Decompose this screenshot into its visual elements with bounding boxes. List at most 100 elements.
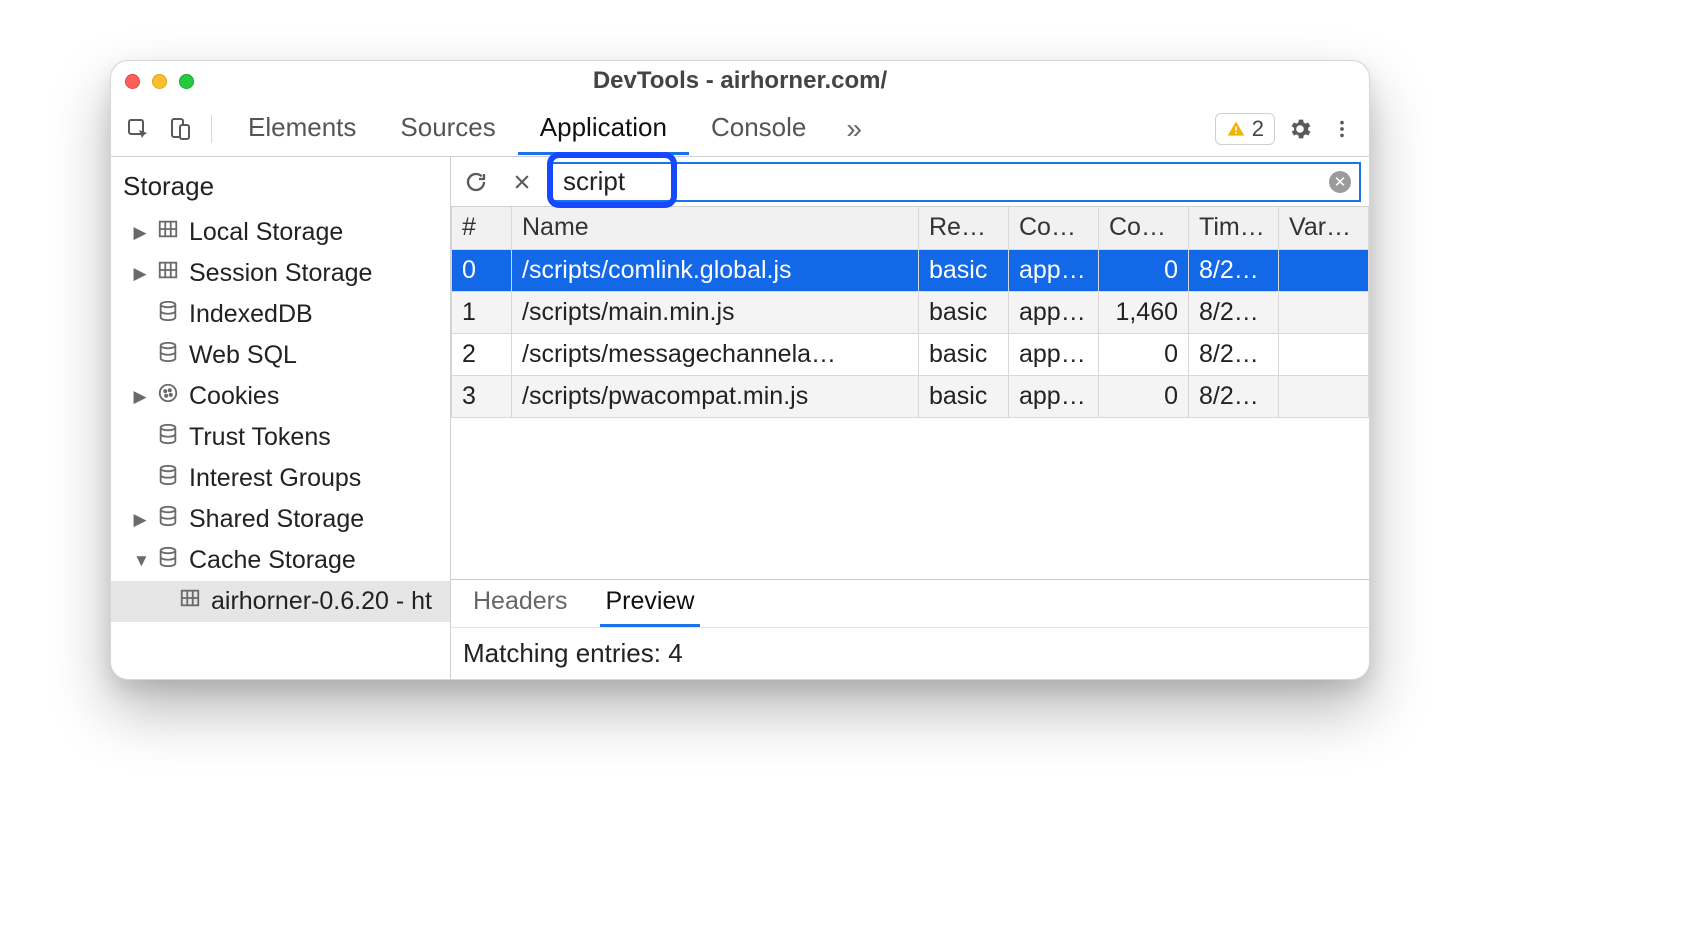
clear-filter-icon[interactable]: ✕ — [1329, 171, 1351, 193]
filter-input-wrapper: ✕ — [551, 162, 1361, 202]
inspect-element-icon[interactable] — [121, 112, 155, 146]
tab-console[interactable]: Console — [689, 103, 828, 155]
column-header[interactable]: Co… — [1009, 207, 1099, 249]
table-row[interactable]: 3/scripts/pwacompat.min.jsbasicapp…08/2… — [452, 375, 1369, 417]
cell: basic — [919, 249, 1009, 291]
table-header-row: #NameRes…Co…Co…Tim…Var… — [452, 207, 1369, 249]
window-title: DevTools - airhorner.com/ — [111, 67, 1369, 95]
chevron-down-icon[interactable]: ▼ — [133, 551, 147, 571]
cell — [1279, 333, 1369, 375]
column-header[interactable]: # — [452, 207, 512, 249]
sidebar-item-interest-groups[interactable]: ▶Interest Groups — [111, 458, 450, 499]
detail-tab-headers[interactable]: Headers — [467, 579, 574, 627]
sidebar-item-shared-storage[interactable]: ▶Shared Storage — [111, 499, 450, 540]
table-row[interactable]: 2/scripts/messagechannela…basicapp…08/2… — [452, 333, 1369, 375]
device-toggle-icon[interactable] — [163, 112, 197, 146]
chevron-right-icon[interactable]: ▶ — [133, 264, 147, 284]
tab-elements[interactable]: Elements — [226, 103, 378, 155]
sidebar-item-label: Session Storage — [189, 259, 372, 288]
cell: 0 — [1099, 375, 1189, 417]
tab-application[interactable]: Application — [518, 103, 689, 155]
traffic-lights — [125, 74, 194, 89]
table-row[interactable]: 0/scripts/comlink.global.jsbasicapp…08/2… — [452, 249, 1369, 291]
cache-table-wrapper: #NameRes…Co…Co…Tim…Var… 0/scripts/comlin… — [451, 207, 1369, 579]
sidebar-item-label: Trust Tokens — [189, 423, 331, 452]
cell: /scripts/main.min.js — [512, 291, 919, 333]
panel-tabs: ElementsSourcesApplicationConsole » 2 — [111, 101, 1369, 157]
cell: 2 — [452, 333, 512, 375]
delete-selected-icon[interactable] — [505, 165, 539, 199]
detail-tab-preview[interactable]: Preview — [600, 579, 701, 627]
filter-input[interactable] — [553, 164, 1359, 200]
chevron-right-icon[interactable]: ▶ — [133, 223, 147, 243]
db-icon — [157, 300, 179, 329]
sidebar-item-local-storage[interactable]: ▶ Local Storage — [111, 212, 450, 253]
kebab-menu-icon[interactable] — [1325, 112, 1359, 146]
column-header[interactable]: Tim… — [1189, 207, 1279, 249]
zoom-window-button[interactable] — [179, 74, 194, 89]
detail-tabs: Headers Preview — [451, 579, 1369, 627]
grid-icon — [157, 259, 179, 288]
chevron-right-icon[interactable]: ▶ — [133, 510, 147, 530]
sidebar-item-cache-entry[interactable]: airhorner-0.6.20 - ht — [111, 581, 450, 622]
warnings-count: 2 — [1252, 116, 1264, 142]
cell: /scripts/messagechannela… — [512, 333, 919, 375]
cell — [1279, 249, 1369, 291]
settings-icon[interactable] — [1283, 112, 1317, 146]
cache-table: #NameRes…Co…Co…Tim…Var… 0/scripts/comlin… — [451, 207, 1369, 418]
sidebar-item-label: airhorner-0.6.20 - ht — [211, 587, 432, 616]
cell: app… — [1009, 333, 1099, 375]
more-tabs-button[interactable]: » — [836, 113, 872, 145]
db-icon — [157, 341, 179, 370]
cell: 1,460 — [1099, 291, 1189, 333]
column-header[interactable]: Var… — [1279, 207, 1369, 249]
storage-sidebar: Storage ▶Local Storage▶Session Storage▶I… — [111, 157, 451, 679]
cell: 1 — [452, 291, 512, 333]
cell — [1279, 375, 1369, 417]
db-icon — [157, 423, 179, 452]
column-header[interactable]: Name — [512, 207, 919, 249]
column-header[interactable]: Co… — [1099, 207, 1189, 249]
chevron-right-icon[interactable]: ▶ — [133, 387, 147, 407]
grid-icon — [157, 218, 179, 247]
storage-tree: ▶ Local Storage ▶ Session Storage ▶IndexedDB… — [111, 212, 450, 622]
sidebar-item-session-storage[interactable]: ▶ Session Storage — [111, 253, 450, 294]
cell: app… — [1009, 375, 1099, 417]
table-row[interactable]: 1/scripts/main.min.jsbasicapp…1,4608/2… — [452, 291, 1369, 333]
db-icon — [157, 546, 179, 575]
sidebar-item-cookies[interactable]: ▶ Cookies — [111, 376, 450, 417]
cell: 3 — [452, 375, 512, 417]
sidebar-item-web-sql[interactable]: ▶Web SQL — [111, 335, 450, 376]
cell: app… — [1009, 291, 1099, 333]
sidebar-item-indexeddb[interactable]: ▶IndexedDB — [111, 294, 450, 335]
cell: 8/2… — [1189, 291, 1279, 333]
warnings-badge[interactable]: 2 — [1215, 113, 1275, 145]
sidebar-item-label: Cache Storage — [189, 546, 356, 575]
sidebar-item-label: Local Storage — [189, 218, 343, 247]
cell: 0 — [452, 249, 512, 291]
divider — [211, 115, 212, 143]
close-window-button[interactable] — [125, 74, 140, 89]
sidebar-item-label: Cookies — [189, 382, 279, 411]
sidebar-item-label: Interest Groups — [189, 464, 361, 493]
warning-icon — [1226, 119, 1246, 139]
db-icon — [157, 505, 179, 534]
filter-bar: ✕ — [451, 157, 1369, 207]
cookie-icon — [157, 382, 179, 411]
tab-sources[interactable]: Sources — [378, 103, 517, 155]
sidebar-item-label: Web SQL — [189, 341, 297, 370]
db-icon — [157, 464, 179, 493]
sidebar-item-trust-tokens[interactable]: ▶Trust Tokens — [111, 417, 450, 458]
minimize-window-button[interactable] — [152, 74, 167, 89]
cache-storage-pane: ✕ #NameRes…Co…Co…Tim…Var… 0/scripts/coml… — [451, 157, 1369, 679]
column-header[interactable]: Res… — [919, 207, 1009, 249]
cell: app… — [1009, 249, 1099, 291]
cell: basic — [919, 333, 1009, 375]
refresh-icon[interactable] — [459, 165, 493, 199]
sidebar-item-cache-storage[interactable]: ▼ Cache Storage — [111, 540, 450, 581]
cell: /scripts/pwacompat.min.js — [512, 375, 919, 417]
titlebar: DevTools - airhorner.com/ — [111, 61, 1369, 101]
devtools-window: DevTools - airhorner.com/ ElementsSource… — [110, 60, 1370, 680]
cell: basic — [919, 291, 1009, 333]
cell: basic — [919, 375, 1009, 417]
